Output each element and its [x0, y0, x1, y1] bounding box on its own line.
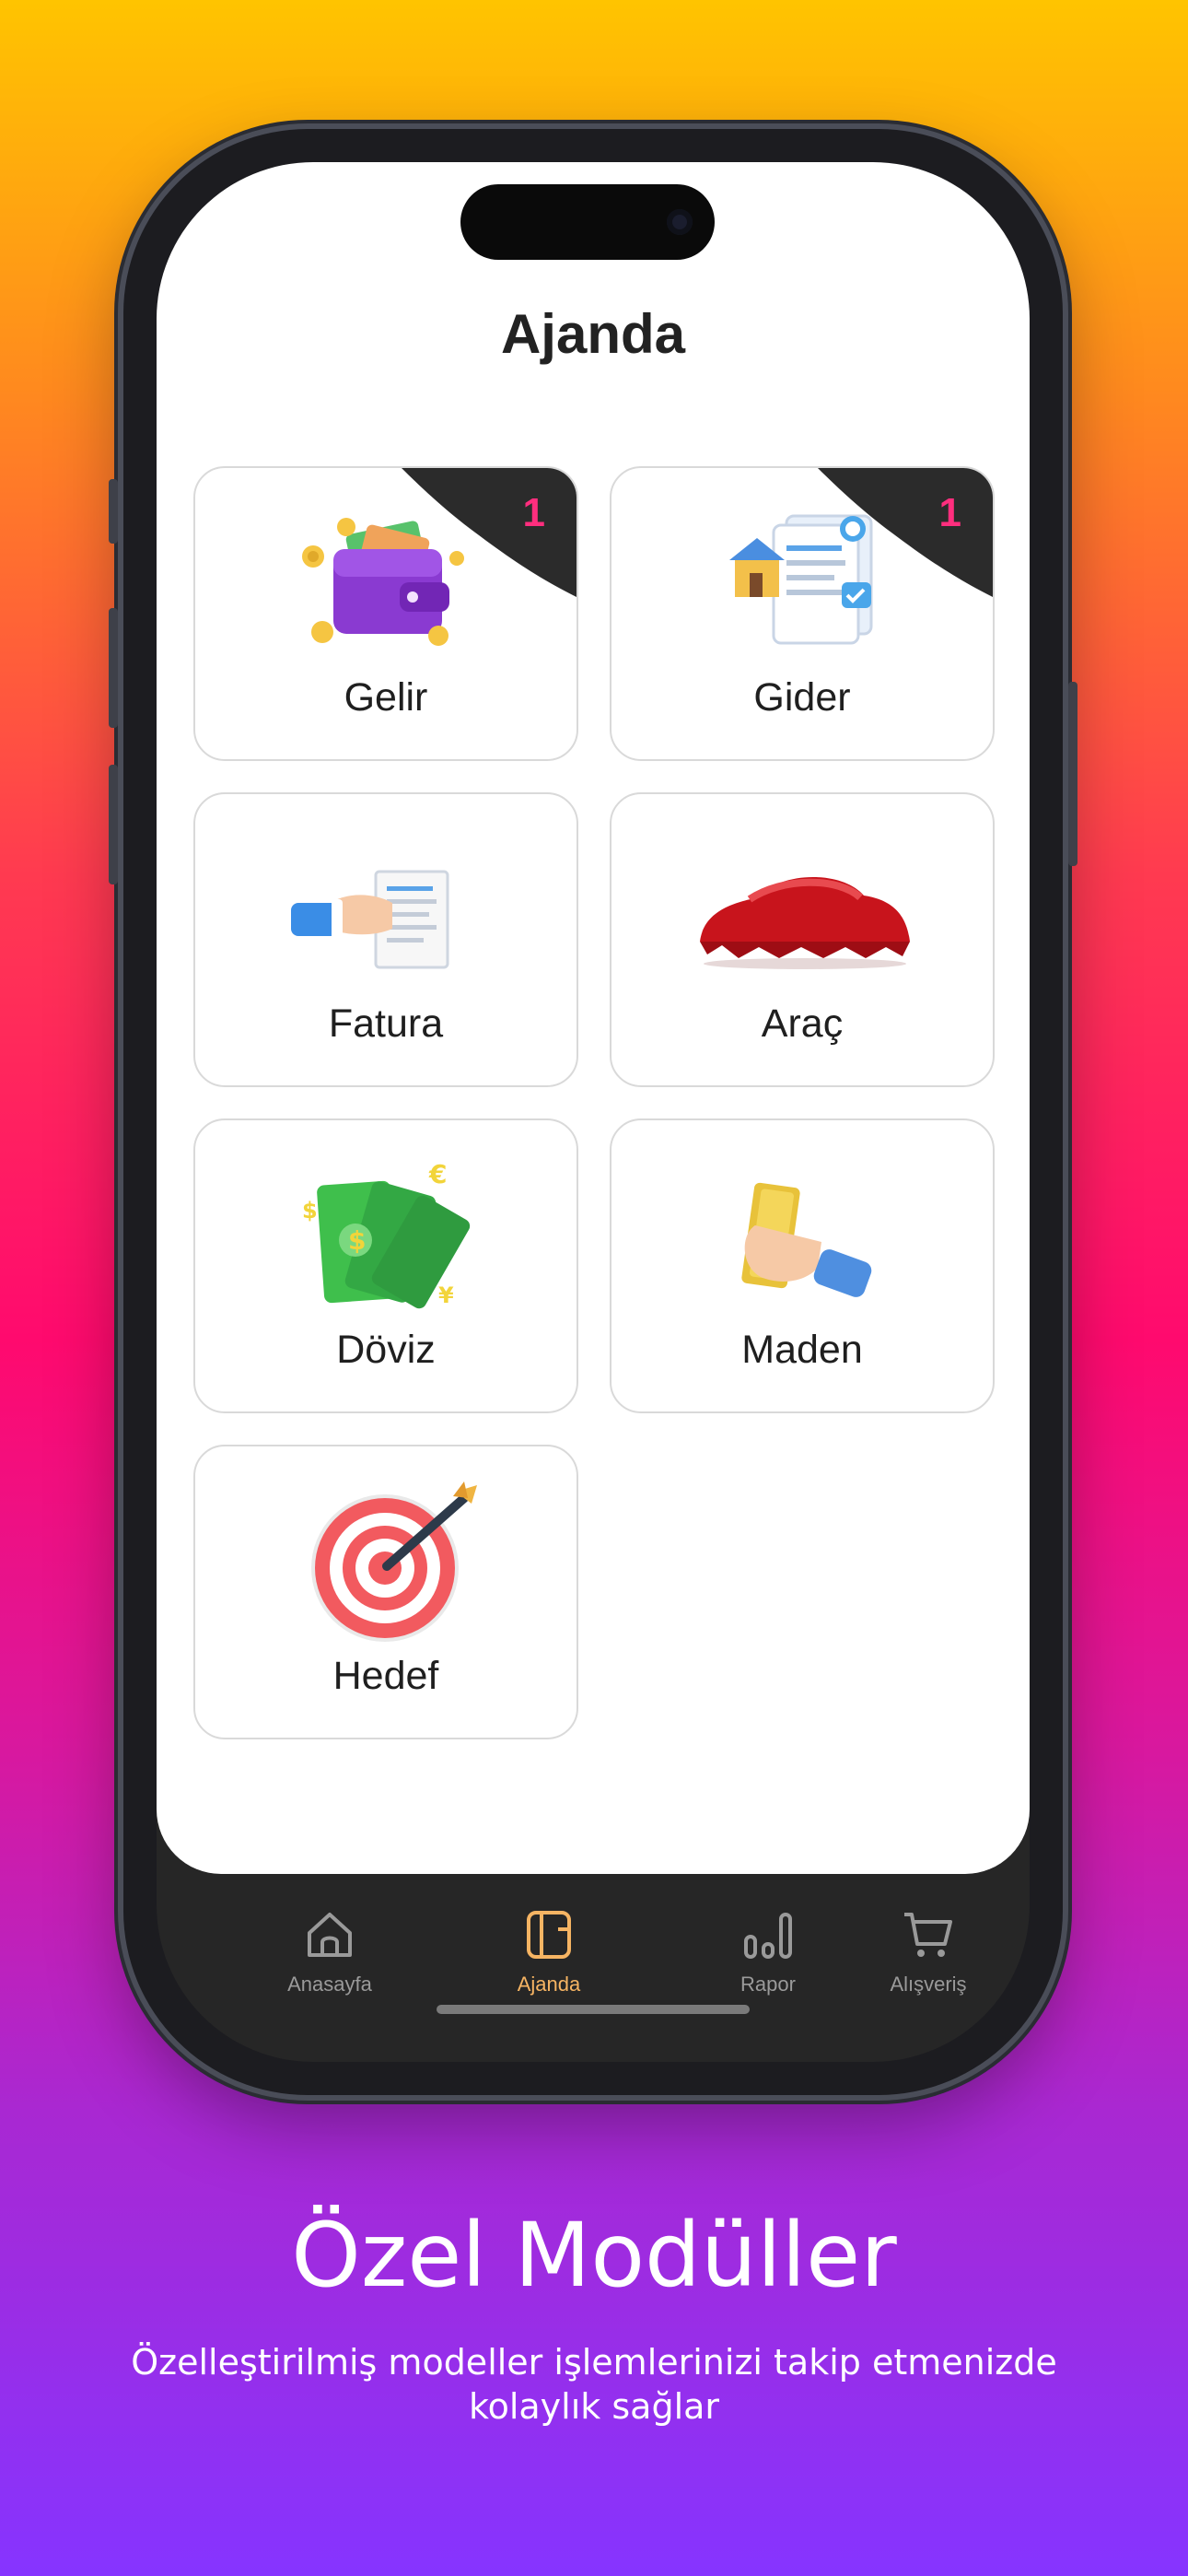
- power-button: [1068, 682, 1077, 866]
- module-label: Hedef: [332, 1654, 439, 1698]
- notification-badge: 1: [402, 468, 577, 597]
- phone-screen: Ajanda 1 Gelir 1 Gider Fatura Araç $ € $…: [157, 162, 1030, 2062]
- module-label: Araç: [761, 1001, 844, 1046]
- module-card-gider[interactable]: 1 Gider: [610, 466, 995, 761]
- volume-up-button: [109, 608, 118, 728]
- bill-hand-icon: [195, 820, 577, 995]
- module-label: Maden: [741, 1328, 863, 1372]
- currency-notes-icon: $ € $ ¥: [195, 1146, 577, 1321]
- tab-label: Alışveriş: [890, 1973, 967, 1996]
- svg-text:$: $: [348, 1225, 366, 1256]
- agenda-screen: Ajanda 1 Gelir 1 Gider Fatura Araç $ € $…: [157, 162, 1030, 1874]
- module-label: Gelir: [344, 675, 428, 720]
- volume-down-button: [109, 765, 118, 884]
- tab-ajanda[interactable]: Ajanda: [457, 1907, 641, 1996]
- module-card-hedef[interactable]: Hedef: [193, 1445, 578, 1739]
- tab-alisveris[interactable]: Alışveriş: [836, 1907, 1020, 1996]
- bottom-tab-bar: Anasayfa Ajanda Rapor Alışveriş: [157, 1874, 1030, 2062]
- module-card-gelir[interactable]: 1 Gelir: [193, 466, 578, 761]
- svg-text:$: $: [302, 1198, 318, 1224]
- mute-switch: [109, 479, 118, 544]
- module-label: Fatura: [328, 1001, 444, 1046]
- promo-subtext: Özelleştirilmiş modeller işlemlerinizi t…: [131, 2342, 1057, 2427]
- module-card-doviz[interactable]: $ € $ ¥ Döviz: [193, 1118, 578, 1413]
- svg-text:¥: ¥: [438, 1282, 454, 1308]
- home-icon: [308, 1913, 352, 1957]
- tab-label: Rapor: [740, 1973, 796, 1996]
- dynamic-island: [460, 184, 715, 260]
- gold-bar-icon: [611, 1146, 993, 1321]
- svg-text:€: €: [428, 1159, 447, 1189]
- promo-heading: Özel Modüller: [291, 2204, 897, 2307]
- module-card-arac[interactable]: Araç: [610, 792, 995, 1087]
- module-label: Gider: [753, 675, 851, 720]
- tab-anasayfa[interactable]: Anasayfa: [238, 1907, 422, 1996]
- agenda-icon: [527, 1911, 571, 1959]
- tab-rapor[interactable]: Rapor: [676, 1907, 860, 1996]
- notification-badge: 1: [818, 468, 993, 597]
- tab-label: Ajanda: [517, 1973, 581, 1996]
- covered-car-icon: [611, 820, 993, 995]
- page-title: Ajanda: [500, 303, 686, 365]
- module-label: Döviz: [336, 1328, 436, 1372]
- module-card-maden[interactable]: Maden: [610, 1118, 995, 1413]
- module-card-fatura[interactable]: Fatura: [193, 792, 578, 1087]
- home-indicator[interactable]: [437, 2005, 750, 2014]
- target-dart-icon: [195, 1472, 577, 1647]
- chart-icon: [744, 1913, 792, 1959]
- cart-icon: [904, 1913, 952, 1957]
- phone-frame: Ajanda 1 Gelir 1 Gider Fatura Araç $ € $…: [109, 129, 1077, 2095]
- tab-label: Anasayfa: [287, 1973, 372, 1996]
